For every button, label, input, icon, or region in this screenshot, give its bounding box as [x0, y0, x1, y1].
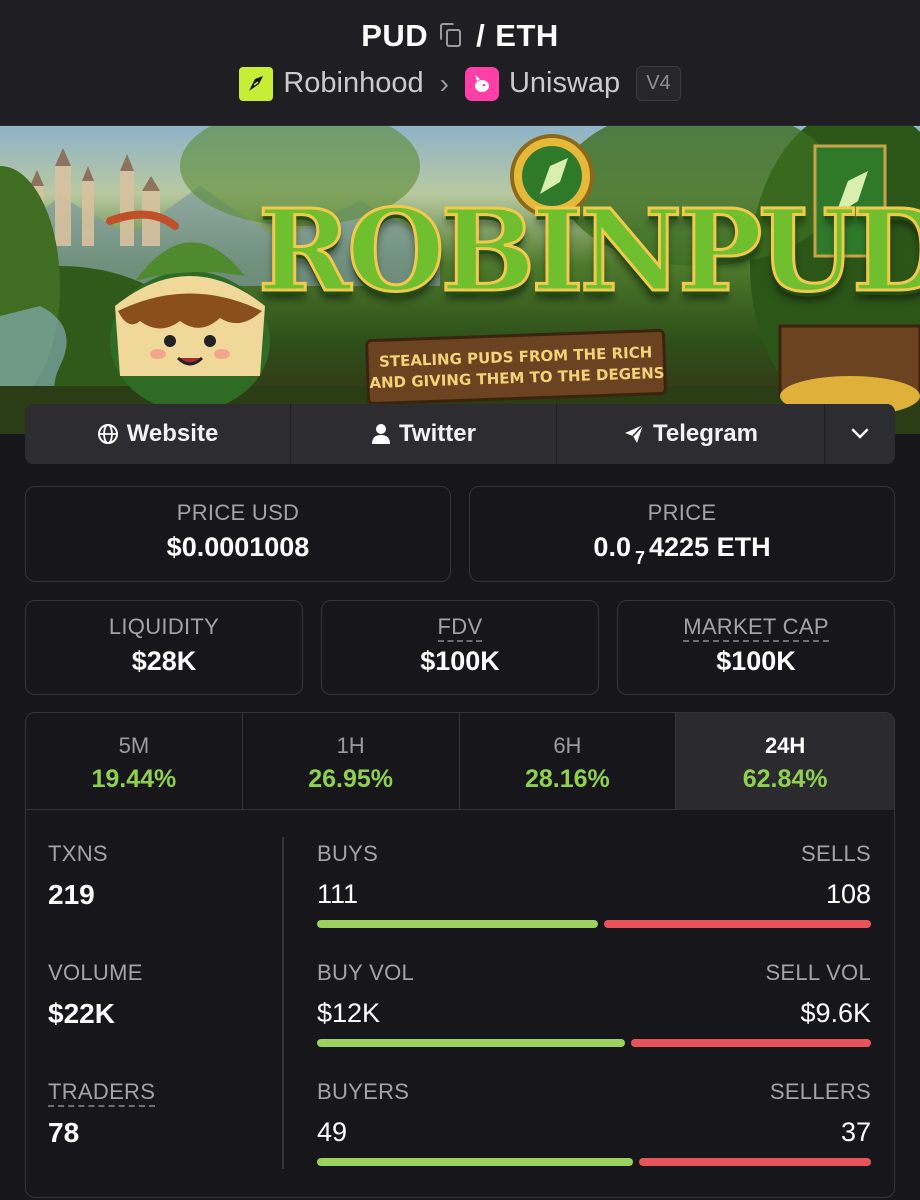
sell-bar-segment: [638, 1158, 871, 1166]
chain-link[interactable]: Robinhood: [283, 67, 423, 100]
telegram-label: Telegram: [653, 420, 758, 447]
buyers-value: 49: [317, 1117, 348, 1147]
chevron-right-icon: ›: [439, 67, 449, 99]
uniswap-logo-icon: [464, 66, 499, 101]
buy-bar-segment: [317, 1039, 626, 1047]
traders-stat: TRADERS 78: [48, 1079, 268, 1197]
website-label: Website: [126, 420, 219, 447]
tab-change: 62.84%: [742, 765, 828, 793]
fdv-card[interactable]: FDV $100K: [321, 600, 599, 695]
banner-tagline: STEALING PUDS FROM THE RICH AND GIVING T…: [364, 328, 668, 406]
price-native-zero-count: 7: [634, 548, 645, 568]
pair-title: PUD / ETH: [0, 18, 920, 54]
market-cap-value: $100K: [716, 646, 796, 676]
twitter-label: Twitter: [399, 420, 476, 447]
buys-sells-row: BUYS SELLS 111 108: [317, 841, 871, 960]
tab-label: 5M: [118, 733, 150, 758]
market-cap-label[interactable]: MARKET CAP: [683, 614, 829, 642]
paper-plane-icon: [625, 424, 644, 443]
price-native-value: 0.0 7 4225 ETH: [470, 532, 894, 568]
totals-column: TXNS 219 VOLUME $22K TRADERS 78: [48, 841, 268, 1197]
volume-breakdown-row: BUY VOL SELL VOL $12K $9.6K: [317, 960, 871, 1079]
traders-value: 78: [48, 1117, 80, 1148]
price-native-digits: 4225: [648, 532, 710, 562]
robinhood-logo-icon: [239, 66, 274, 101]
sells-value: 108: [825, 879, 871, 909]
tab-label: 1H: [336, 733, 365, 758]
txns-stat: TXNS 219: [48, 841, 268, 960]
sell-vol-label: SELL VOL: [765, 960, 871, 985]
quote-token: ETH: [495, 18, 559, 53]
price-usd-value: $0.0001008: [166, 532, 310, 562]
tab-24h[interactable]: 24H 62.84%: [676, 713, 894, 810]
fdv-label[interactable]: FDV: [437, 614, 483, 642]
user-icon: [372, 424, 391, 444]
website-button[interactable]: Website: [25, 404, 291, 464]
sell-vol-value: $9.6K: [800, 998, 871, 1028]
base-token: PUD: [361, 18, 429, 53]
column-divider: [282, 837, 284, 1169]
liquidity-label: LIQUIDITY: [108, 614, 220, 639]
tab-change: 19.44%: [91, 765, 177, 793]
sells-label: SELLS: [801, 841, 871, 866]
pair-header: PUD / ETH Robinhood › Uniswap V4: [0, 0, 920, 126]
price-native-card: PRICE 0.0 7 4225 ETH: [469, 486, 895, 582]
sellers-value: 37: [840, 1117, 871, 1147]
price-native-prefix: 0.0: [593, 532, 631, 562]
breakdown-column: BUYS SELLS 111 108 BUY VOL SELL VOL $12K…: [317, 841, 871, 1197]
buy-vol-value: $12K: [317, 998, 381, 1028]
traders-bar: [317, 1158, 871, 1166]
tab-label: 24H: [764, 733, 806, 758]
sell-bar-segment: [631, 1039, 871, 1047]
liquidity-value: $28K: [131, 646, 197, 676]
price-usd-card: PRICE USD $0.0001008: [25, 486, 451, 582]
traders-label[interactable]: TRADERS: [48, 1079, 156, 1107]
price-native-unit: ETH: [716, 532, 771, 562]
sell-bar-segment: [603, 920, 871, 928]
buy-vol-label: BUY VOL: [317, 960, 415, 985]
tab-5m[interactable]: 5M 19.44%: [26, 713, 243, 810]
txns-label: TXNS: [48, 841, 108, 866]
buys-label: BUYS: [317, 841, 379, 866]
volume-label: VOLUME: [48, 960, 143, 985]
sellers-label: SELLERS: [769, 1079, 871, 1104]
price-usd-label: PRICE USD: [176, 500, 300, 525]
market-cap-card[interactable]: MARKET CAP $100K: [617, 600, 895, 695]
volume-stat: VOLUME $22K: [48, 960, 268, 1079]
dex-link[interactable]: Uniswap: [509, 67, 620, 100]
price-native-label: PRICE: [647, 500, 717, 525]
stats-panel: 5M 19.44% 1H 26.95% 6H 28.16% 24H 62.84%…: [25, 712, 895, 1198]
tab-1h[interactable]: 1H 26.95%: [243, 713, 460, 810]
liquidity-card: LIQUIDITY $28K: [25, 600, 303, 695]
tab-6h[interactable]: 6H 28.16%: [460, 713, 677, 810]
version-badge: V4: [636, 66, 681, 101]
more-links-button[interactable]: [825, 404, 895, 464]
telegram-button[interactable]: Telegram: [557, 404, 825, 464]
globe-icon: [97, 424, 118, 444]
txns-value: 219: [48, 879, 95, 910]
buys-value: 111: [317, 879, 359, 909]
traders-breakdown-row: BUYERS SELLERS 49 37: [317, 1079, 871, 1197]
copy-icon[interactable]: [440, 23, 464, 49]
chain-dex-row: Robinhood › Uniswap V4: [0, 66, 920, 101]
tab-change: 26.95%: [308, 765, 394, 793]
banner-title: ROBINPUD: [257, 186, 920, 317]
timeframe-tabs: 5M 19.44% 1H 26.95% 6H 28.16% 24H 62.84%: [26, 713, 894, 810]
buy-bar-segment: [317, 1158, 633, 1166]
tab-change: 28.16%: [524, 765, 610, 793]
buyers-label: BUYERS: [317, 1079, 410, 1104]
fdv-value: $100K: [420, 646, 500, 676]
social-links-bar: Website Twitter Telegram: [25, 404, 895, 464]
volume-bar: [317, 1039, 871, 1047]
twitter-button[interactable]: Twitter: [291, 404, 557, 464]
pair-separator: /: [476, 18, 486, 53]
chevron-down-icon: [851, 428, 869, 439]
buy-bar-segment: [317, 920, 598, 928]
tab-label: 6H: [553, 733, 582, 758]
buys-sells-bar: [317, 920, 871, 928]
volume-value: $22K: [48, 998, 115, 1029]
